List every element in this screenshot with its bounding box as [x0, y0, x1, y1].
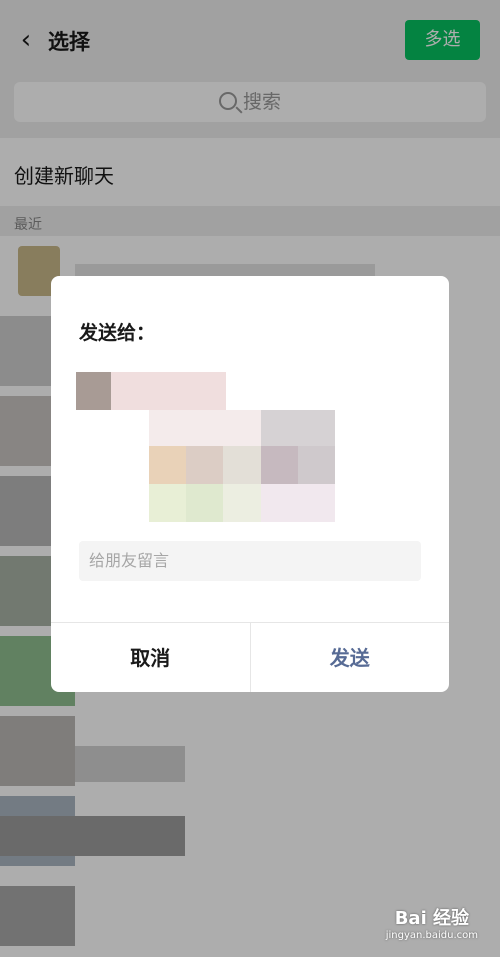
message-placeholder: 给朋友留言 — [89, 551, 170, 570]
recipient-avatar — [76, 372, 111, 410]
recipient-name — [111, 372, 226, 410]
watermark-brand: Bai 经验 — [394, 908, 470, 929]
shared-image-preview — [149, 410, 335, 522]
message-input[interactable]: 给朋友留言 — [79, 541, 421, 581]
watermark-url: jingyan.baidu.com — [385, 930, 478, 941]
send-to-dialog: 发送给： 给朋友留言 取消 发送 — [51, 276, 449, 692]
send-button[interactable]: 发送 — [251, 623, 450, 692]
dialog-actions: 取消 发送 — [51, 622, 449, 692]
watermark: Bai 经验 jingyan.baidu.com — [386, 904, 478, 941]
cancel-button[interactable]: 取消 — [51, 623, 251, 692]
dialog-title: 发送给： — [79, 322, 156, 344]
